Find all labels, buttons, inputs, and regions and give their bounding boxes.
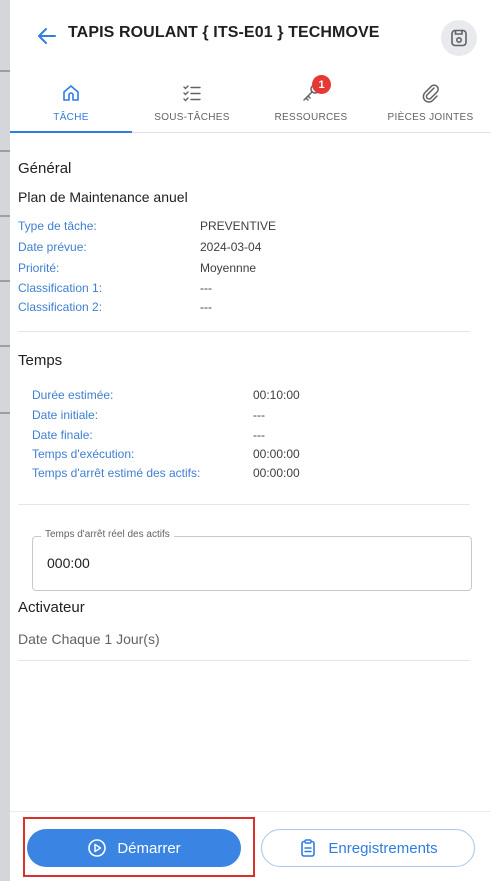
general-value-class1: ---	[200, 281, 212, 295]
tab-bar: TÂCHE SOUS-TÂCHES 1 RESSOURCES PIÈCES JO…	[10, 70, 491, 133]
general-label-class1: Classification 1:	[18, 281, 103, 295]
save-button[interactable]	[441, 20, 477, 56]
general-label-priority: Priorité:	[18, 261, 60, 275]
clipboard-icon	[301, 839, 316, 857]
tab-tache[interactable]: TÂCHE	[10, 70, 132, 133]
paperclip-icon	[422, 84, 439, 103]
general-label-class2: Classification 2:	[18, 300, 103, 314]
general-value-date: 2024-03-04	[200, 240, 262, 254]
downtime-input[interactable]: Temps d'arrêt réel des actifs 000:00	[32, 529, 472, 591]
activateur-heading: Activateur	[18, 599, 85, 616]
downtime-input-label: Temps d'arrêt réel des actifs	[41, 529, 174, 540]
general-value-priority: Moyennne	[200, 261, 257, 275]
activateur-text: Date Chaque 1 Jour(s)	[18, 631, 160, 647]
temps-value-execution: 00:00:00	[253, 447, 300, 461]
tab-pieces-jointes-label: PIÈCES JOINTES	[387, 112, 474, 123]
general-label-type: Type de tâche:	[18, 219, 97, 233]
records-button[interactable]: Enregistrements	[261, 829, 475, 867]
background-page-strip	[0, 0, 10, 881]
temps-value-arret-estime: 00:00:00	[253, 466, 300, 480]
general-label-date: Date prévue:	[18, 240, 87, 254]
section-divider	[18, 504, 470, 505]
temps-label-duree: Durée estimée:	[32, 388, 114, 402]
start-button[interactable]: Démarrer	[27, 829, 241, 867]
tab-tache-label: TÂCHE	[53, 112, 89, 123]
general-value-class2: ---	[200, 300, 212, 314]
app-header: TAPIS ROULANT { ITS-E01 } TECHMOVE	[10, 0, 491, 70]
downtime-input-value: 000:00	[47, 555, 90, 571]
checklist-icon	[183, 85, 201, 102]
play-circle-icon	[88, 839, 107, 857]
temps-label-arret-estime: Temps d'arrêt estimé des actifs:	[32, 466, 201, 480]
temps-value-date-finale: ---	[253, 428, 265, 442]
general-value-type: PREVENTIVE	[200, 219, 277, 233]
task-detail-panel: TAPIS ROULANT { ITS-E01 } TECHMOVE TÂCHE…	[10, 0, 491, 881]
home-icon	[63, 85, 79, 101]
temps-label-date-initiale: Date initiale:	[32, 408, 99, 422]
temps-value-date-initiale: ---	[253, 408, 265, 422]
tab-sous-taches[interactable]: SOUS-TÂCHES	[132, 70, 252, 132]
save-icon	[451, 29, 467, 47]
tab-active-indicator	[10, 131, 132, 133]
temps-label-date-finale: Date finale:	[32, 428, 93, 442]
temps-heading: Temps	[18, 352, 63, 369]
tab-ressources[interactable]: 1 RESSOURCES	[252, 70, 370, 132]
ressources-badge: 1	[312, 75, 331, 94]
maintenance-plan-name: Plan de Maintenance anuel	[18, 189, 188, 205]
section-divider	[18, 331, 470, 332]
start-button-label: Démarrer	[117, 839, 181, 857]
temps-label-execution: Temps d'exécution:	[32, 447, 135, 461]
section-divider	[18, 660, 470, 661]
page-title: TAPIS ROULANT { ITS-E01 } TECHMOVE	[68, 24, 380, 41]
tab-pieces-jointes[interactable]: PIÈCES JOINTES	[370, 70, 491, 132]
records-button-label: Enregistrements	[328, 839, 438, 857]
temps-value-duree: 00:10:00	[253, 388, 300, 402]
tab-sous-taches-label: SOUS-TÂCHES	[154, 112, 230, 123]
back-button[interactable]	[36, 25, 58, 47]
arrow-left-icon	[38, 28, 56, 44]
general-heading: Général	[18, 160, 72, 177]
tab-ressources-label: RESSOURCES	[274, 112, 348, 123]
